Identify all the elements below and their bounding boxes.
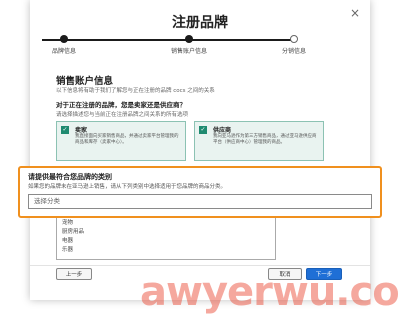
category-subtitle: 如果您的品牌未在亚马逊上销售，请从下列类别中选择适用于您品牌的商品分类。: [28, 184, 227, 190]
question-subtitle: 请选择描述您与当前正在注册品牌之间关系的所有选项: [56, 112, 189, 118]
step-3-dot: [290, 35, 298, 43]
watermark-text: awyerwu.com: [140, 269, 400, 315]
category-highlight-box: 请提供最符合您品牌的类别 如果您的品牌未在亚马逊上销售，请从下列类别中选择适用于…: [18, 166, 382, 218]
category-dropdown-list[interactable]: 宠物 厨房用品 电器 乐器: [56, 218, 276, 260]
card-description: 我直接面向买家销售商品，并通过卖家平台管理我的商品和库存（卖家中心）。: [75, 134, 179, 145]
step-1-label: 品牌信息: [51, 48, 77, 55]
step-3-label: 分销信息: [281, 48, 307, 55]
dropdown-option[interactable]: 电器: [57, 237, 275, 246]
checkbox-checked-icon[interactable]: ✓: [61, 126, 69, 134]
section-subtitle: 以下信息将有助于我们了解您与正在注册的品牌 cocs 之间的关系: [56, 88, 215, 94]
vendor-option-card[interactable]: ✓ 供应商 我向亚马逊作为第三方销售商品，通过亚马逊供应商平台（供应商中心）管理…: [194, 121, 324, 161]
previous-button[interactable]: 上一步: [56, 268, 92, 280]
close-icon[interactable]: ×: [350, 6, 360, 20]
question-title: 对于正在注册的品牌，您是卖家还是供应商？: [56, 101, 186, 109]
step-1-dot: [60, 35, 68, 43]
dropdown-option[interactable]: 宠物: [57, 219, 275, 228]
card-title: 卖家: [75, 127, 88, 134]
category-select[interactable]: 选择分类: [28, 194, 372, 209]
dropdown-option[interactable]: 厨房用品: [57, 228, 275, 237]
checkbox-checked-icon[interactable]: ✓: [199, 126, 207, 134]
category-title: 请提供最符合您品牌的类别: [28, 173, 112, 181]
step-2-label: 销售账户信息: [170, 48, 208, 55]
section-title: 销售账户信息: [56, 76, 114, 87]
card-title: 供应商: [213, 127, 232, 134]
card-description: 我向亚马逊作为第三方销售商品，通过亚马逊供应商平台（供应商中心）管理我的商品。: [213, 134, 317, 145]
seller-option-card[interactable]: ✓ 卖家 我直接面向买家销售商品，并通过卖家平台管理我的商品和库存（卖家中心）。: [56, 121, 186, 161]
step-2-dot: [185, 35, 193, 43]
dialog-title: 注册品牌: [172, 15, 228, 31]
steps-progress-line: [42, 39, 294, 41]
dropdown-option[interactable]: 乐器: [57, 246, 275, 255]
